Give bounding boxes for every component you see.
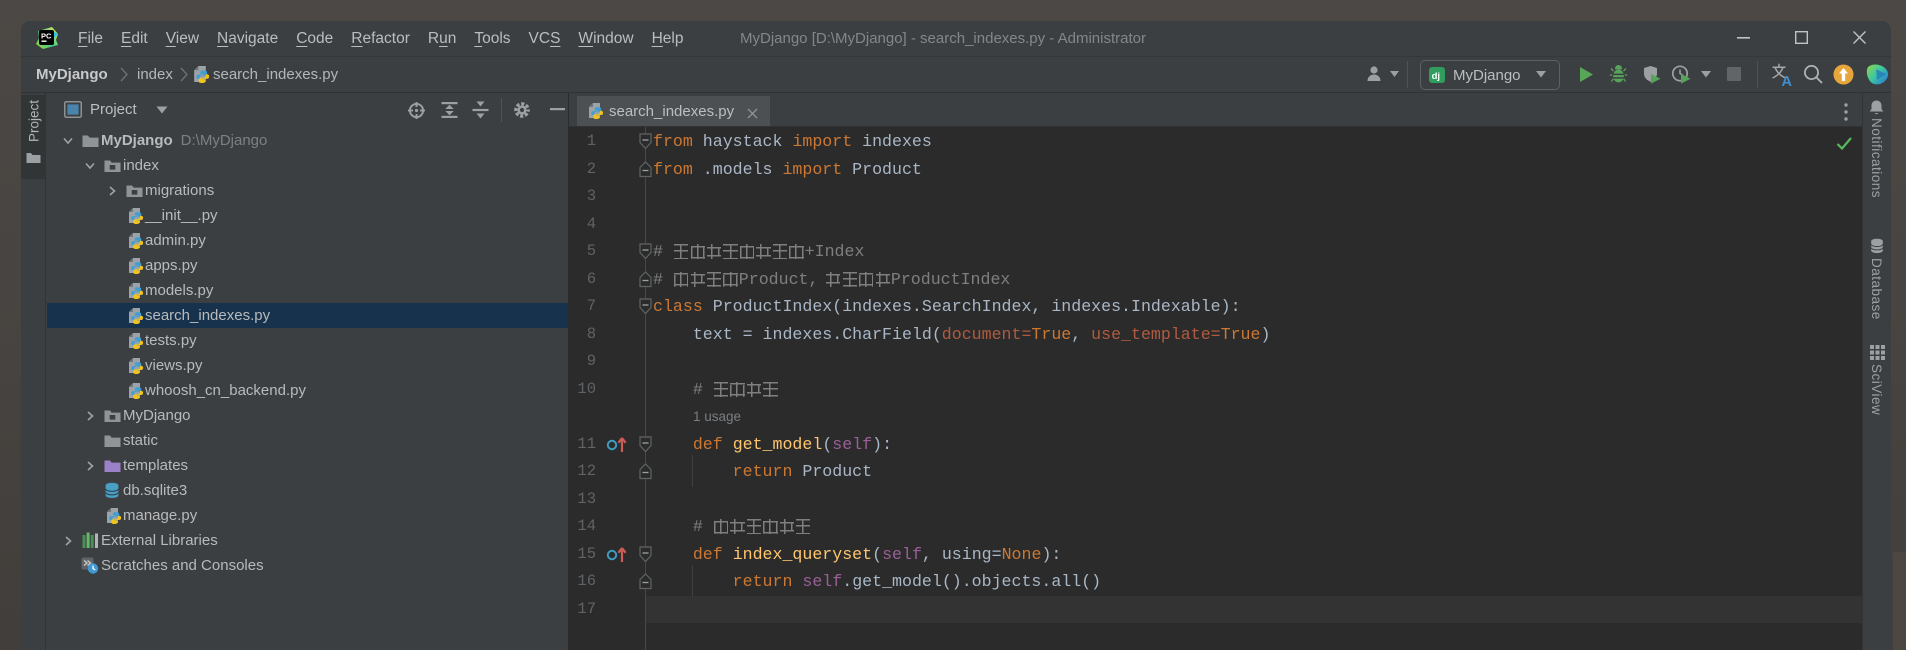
svg-text:dj: dj xyxy=(1432,71,1440,82)
svg-text:PC: PC xyxy=(41,32,52,41)
svg-text:A: A xyxy=(1782,74,1793,87)
